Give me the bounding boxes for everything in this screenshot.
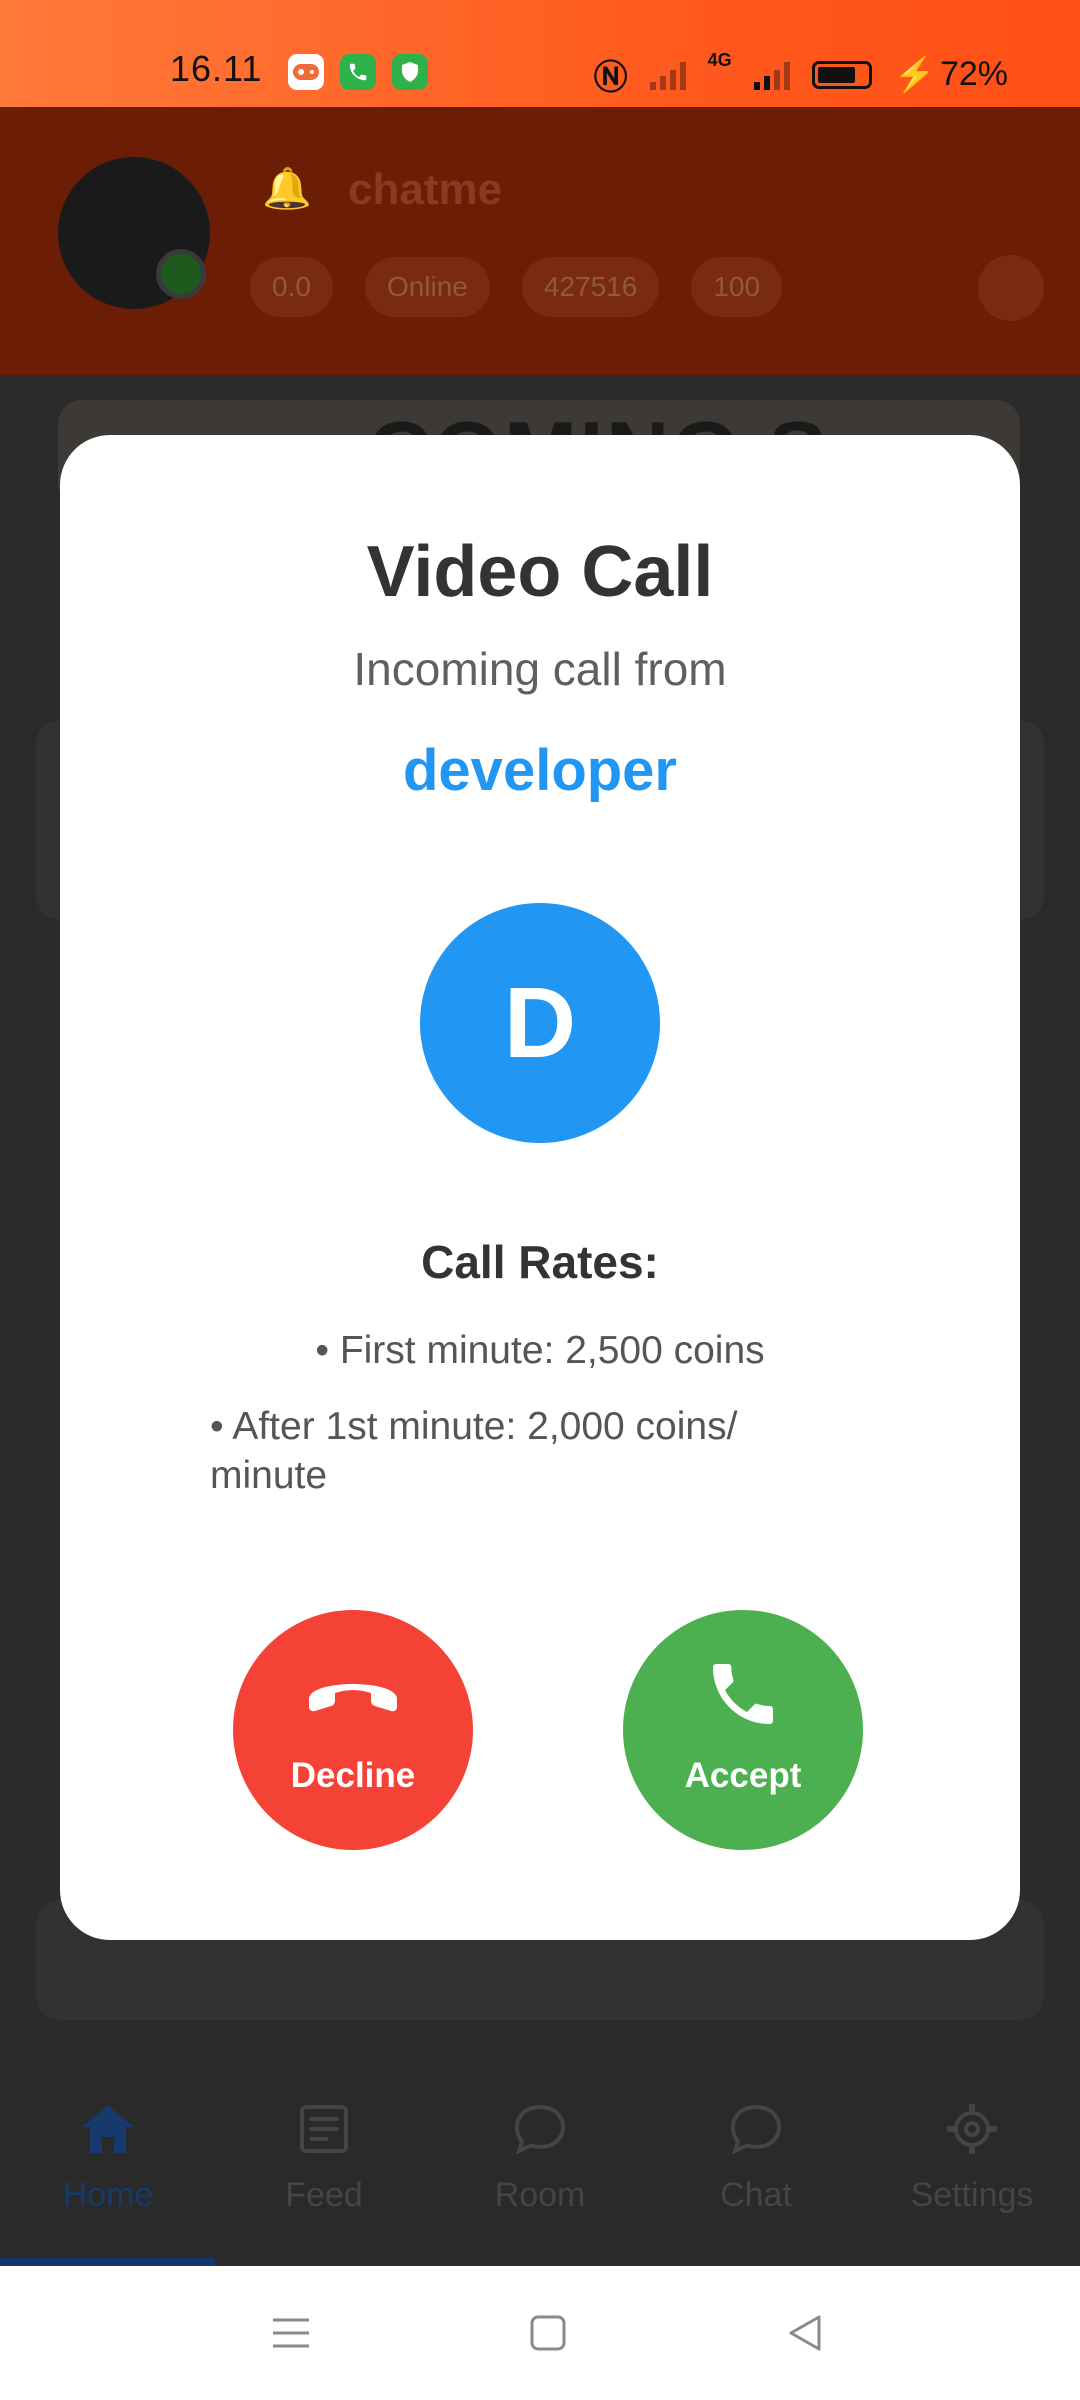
gear-icon [943,2100,1001,2158]
charging-icon: ⚡ [893,55,936,94]
signal-icon-sim2 [753,60,790,90]
status-time: 16.11 [170,48,263,89]
decline-button[interactable]: Decline [233,1610,473,1850]
nav-chat[interactable]: Chat [648,2050,864,2266]
home-icon [79,2100,137,2158]
dialog-title: Video Call [366,532,714,612]
header-stats: 0.0 Online 427516 100 [250,257,783,317]
network-type: 4G [707,50,732,70]
profile-avatar[interactable] [58,157,210,309]
accept-button[interactable]: Accept [623,1610,863,1850]
home-square-icon[interactable] [525,2310,571,2356]
bell-icon[interactable]: 🔔 [262,165,312,212]
status-bar: 16.11 Ⓝ 4G ⚡ 72% [0,0,1080,107]
nfc-icon: Ⓝ [593,59,628,97]
phone-app-icon [340,54,376,90]
caller-name: developer [403,738,677,803]
nav-label: Settings [910,2176,1034,2214]
hang-up-icon [298,1654,408,1734]
accept-label: Accept [684,1756,802,1795]
online-chip: Online [364,257,490,317]
nav-label: Home [62,2176,154,2214]
gems-chip: 100 [691,257,783,317]
dialog-subtitle: Incoming call from [353,643,727,695]
rate-after-first-minute: • After 1st minute: 2,000 coins/ minute [210,1405,738,1497]
rating-chip: 0.0 [250,257,333,317]
nav-settings[interactable]: Settings [864,2050,1080,2266]
coins-chip: 427516 [521,257,660,317]
phone-icon [688,1654,798,1734]
back-triangle-icon[interactable] [782,2310,828,2356]
feed-icon [295,2100,353,2158]
caller-avatar: D [420,903,660,1143]
video-call-dialog: Video Call Incoming call from developer … [60,435,1020,1940]
call-rates-title: Call Rates: [421,1236,659,1288]
nav-home[interactable]: Home [0,2050,216,2266]
battery-percent: 72% [939,55,1008,93]
shield-app-icon [392,54,428,90]
active-tab-indicator [0,2258,215,2266]
signal-icon-sim1 [649,60,686,90]
app-header: 🔔 chatme 0.0 Online 427516 100 [0,107,1080,375]
game-app-icon [288,54,324,90]
battery-icon [811,60,872,89]
menu-icon[interactable] [268,2310,314,2356]
nav-feed[interactable]: Feed [216,2050,432,2266]
rate-first-minute: • First minute: 2,500 coins [315,1329,765,1372]
bottom-navigation: Home Feed Room Chat Settings [0,2050,1080,2266]
online-status-dot [156,249,206,299]
chat-icon [727,2100,785,2158]
nav-label: Room [494,2176,586,2214]
nav-room[interactable]: Room [432,2050,648,2266]
status-icons: Ⓝ 4G ⚡ 72% [594,50,1008,99]
message-icon[interactable] [978,255,1044,321]
nav-label: Chat [720,2176,792,2214]
decline-label: Decline [290,1756,416,1795]
room-icon [511,2100,569,2158]
nav-label: Feed [285,2176,363,2214]
system-navigation-bar [0,2266,1080,2400]
app-title: chatme [348,165,503,214]
